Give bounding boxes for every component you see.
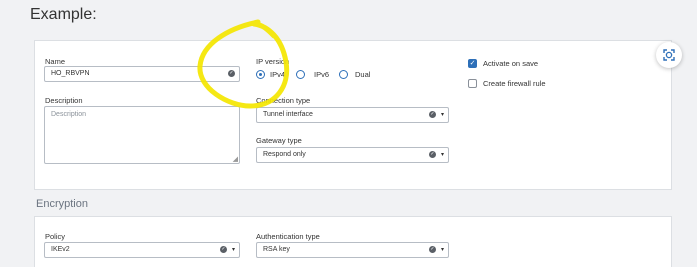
ipv4-radio-label: IPv4: [270, 70, 286, 79]
activate-on-save-label: Activate on save: [483, 59, 539, 68]
check-circle-icon: ✓: [429, 151, 436, 158]
check-circle-icon: ✓: [429, 246, 436, 253]
resize-handle-icon[interactable]: ◢: [233, 156, 238, 163]
name-value: HO_RBVPN: [51, 70, 90, 77]
encryption-section-title: Encryption: [36, 198, 88, 210]
create-firewall-rule-label: Create firewall rule: [483, 79, 546, 88]
description-textarea[interactable]: Description ◢: [44, 106, 240, 164]
name-label: Name: [45, 57, 66, 66]
name-input[interactable]: HO_RBVPN ✓: [44, 66, 240, 82]
caret-down-icon: ▾: [440, 152, 444, 158]
check-circle-icon: ✓: [429, 111, 436, 118]
create-firewall-rule-checkbox[interactable]: [468, 79, 477, 88]
caret-down-icon: ▾: [440, 247, 444, 253]
dual-radio[interactable]: [339, 70, 348, 79]
description-placeholder: Description: [51, 111, 87, 118]
authentication-type-value: RSA key: [263, 246, 290, 253]
screenshot-scan-button[interactable]: [656, 42, 682, 68]
connection-type-label: Connection type: [256, 96, 311, 105]
activate-on-save-checkbox[interactable]: ✓: [468, 59, 477, 68]
check-circle-icon: ✓: [220, 246, 227, 253]
screenshot-scan-icon: [663, 49, 675, 61]
description-label: Description: [45, 96, 83, 105]
caret-down-icon: ▾: [440, 112, 444, 118]
example-title: Example:: [30, 6, 97, 23]
ipv6-radio[interactable]: [296, 70, 305, 79]
check-circle-icon: ✓: [228, 70, 235, 77]
connection-type-value: Tunnel interface: [263, 111, 313, 118]
authentication-type-label: Authentication type: [256, 232, 320, 241]
dual-radio-label: Dual: [355, 70, 371, 79]
ipv4-radio[interactable]: [256, 70, 265, 79]
caret-down-icon: ▾: [231, 247, 235, 253]
policy-value: IKEv2: [51, 246, 70, 253]
gateway-type-select[interactable]: Respond only ✓ ▾: [256, 147, 449, 163]
gateway-type-value: Respond only: [263, 151, 306, 158]
connection-type-select[interactable]: Tunnel interface ✓ ▾: [256, 107, 449, 123]
gateway-type-label: Gateway type: [256, 136, 302, 145]
authentication-type-select[interactable]: RSA key ✓ ▾: [256, 242, 449, 258]
ipv6-radio-label: IPv6: [314, 70, 330, 79]
policy-select[interactable]: IKEv2 ✓ ▾: [44, 242, 240, 258]
ip-version-label: IP version: [256, 57, 290, 66]
policy-label: Policy: [45, 232, 66, 241]
